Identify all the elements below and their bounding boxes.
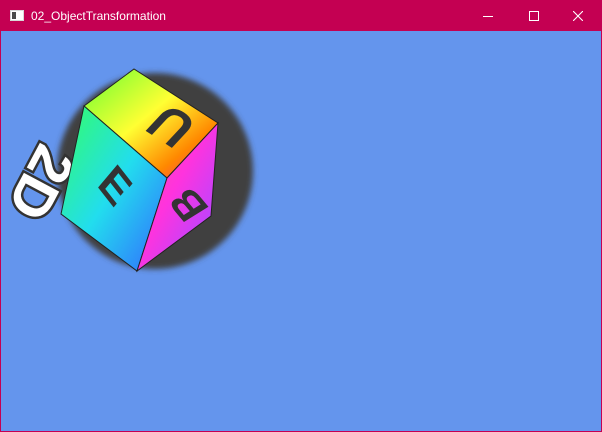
scene-canvas: 2D U E B bbox=[1, 68, 253, 273]
title-bar[interactable]: 02_ObjectTransformation bbox=[1, 1, 601, 31]
close-icon bbox=[573, 11, 583, 21]
maximize-button[interactable] bbox=[511, 1, 557, 31]
app-icon bbox=[10, 10, 24, 21]
maximize-icon bbox=[529, 11, 539, 21]
window-title: 02_ObjectTransformation bbox=[31, 9, 166, 23]
minimize-icon bbox=[483, 16, 493, 17]
app-window: 02_ObjectTransformation 2D U E B bbox=[0, 0, 602, 432]
render-viewport[interactable]: 2D U E B bbox=[1, 31, 601, 431]
minimize-button[interactable] bbox=[465, 1, 511, 31]
close-button[interactable] bbox=[555, 1, 601, 31]
